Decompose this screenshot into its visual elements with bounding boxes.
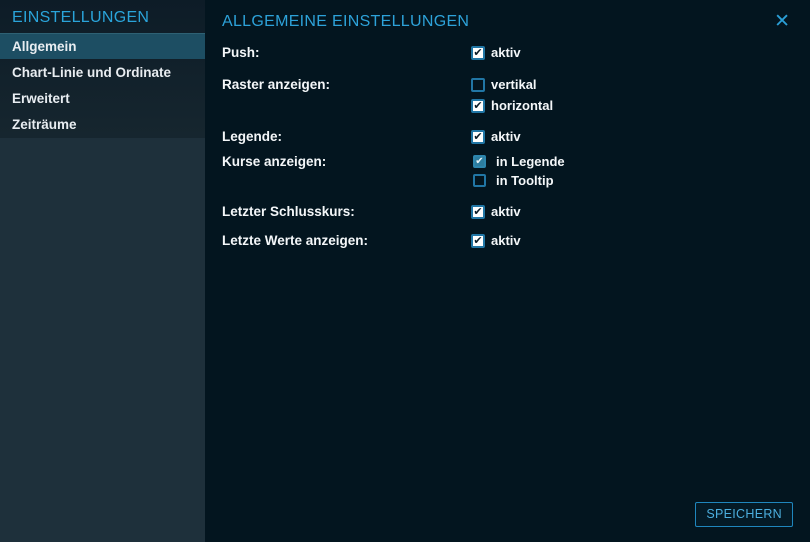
checkbox-option-aktiv[interactable]: ✔ aktiv [471, 204, 521, 219]
setting-label: Legende: [222, 128, 471, 150]
checkbox-label: in Tooltip [496, 173, 554, 188]
sidebar-nav: AllgemeinChart-Linie und OrdinateErweite… [0, 33, 205, 137]
sidebar-item-allgemein[interactable]: Allgemein [0, 33, 205, 59]
sidebar-menu: EINSTELLUNGEN AllgemeinChart-Linie und O… [0, 0, 205, 138]
checkbox-option-horizontal[interactable]: ✔ horizontal [471, 98, 553, 113]
setting-label: Raster anzeigen: [222, 76, 471, 119]
close-icon[interactable]: ✕ [774, 12, 790, 31]
checkbox-label: aktiv [491, 45, 521, 60]
checkbox-checked-icon[interactable]: ✔ [471, 99, 485, 113]
sidebar-title: EINSTELLUNGEN [0, 0, 205, 33]
setting-options: ✔ aktiv [471, 203, 521, 225]
sidebar-item-erweitert[interactable]: Erweitert [0, 85, 205, 111]
checkbox-checked-icon[interactable]: ✔ [471, 234, 485, 248]
checkbox-label: vertikal [491, 77, 537, 92]
checkbox-option-aktiv[interactable]: ✔ aktiv [471, 129, 521, 144]
checkbox-label: aktiv [491, 204, 521, 219]
settings-row: Kurse anzeigen: ✔ in Legende in Tooltip [222, 153, 793, 192]
checkbox-unchecked-icon[interactable] [473, 174, 486, 187]
checkbox-option-in-tooltip[interactable]: in Tooltip [471, 173, 565, 188]
setting-options: vertikal ✔ horizontal [471, 76, 553, 119]
checkbox-unchecked-icon[interactable] [471, 78, 485, 92]
setting-options: ✔ aktiv [471, 232, 521, 254]
setting-options: ✔ aktiv [471, 44, 521, 66]
checkbox-option-aktiv[interactable]: ✔ aktiv [471, 45, 521, 60]
checkbox-checked-icon[interactable]: ✔ [471, 46, 485, 60]
page-title: ALLGEMEINE EINSTELLUNGEN [222, 11, 793, 33]
settings-content: ALLGEMEINE EINSTELLUNGEN ✕ Push: ✔ aktiv… [205, 0, 810, 542]
checkbox-checked-icon[interactable]: ✔ [471, 130, 485, 144]
checkbox-checked-icon[interactable]: ✔ [471, 205, 485, 219]
settings-dialog: EINSTELLUNGEN AllgemeinChart-Linie und O… [0, 0, 810, 542]
settings-row: Letzte Werte anzeigen: ✔ aktiv [222, 232, 793, 254]
checkbox-label: in Legende [496, 154, 565, 169]
sidebar-item-zeitr-ume[interactable]: Zeiträume [0, 111, 205, 137]
setting-label: Letzte Werte anzeigen: [222, 232, 471, 254]
setting-options: ✔ in Legende in Tooltip [471, 153, 565, 192]
setting-options: ✔ aktiv [471, 128, 521, 150]
checkbox-checked-icon[interactable]: ✔ [473, 155, 486, 168]
checkbox-label: horizontal [491, 98, 553, 113]
save-button[interactable]: SPEICHERN [695, 502, 793, 527]
checkbox-option-vertikal[interactable]: vertikal [471, 77, 553, 92]
content-header: ALLGEMEINE EINSTELLUNGEN ✕ [222, 11, 793, 33]
settings-row: Push: ✔ aktiv [222, 44, 793, 66]
setting-label: Letzter Schlusskurs: [222, 203, 471, 225]
checkbox-label: aktiv [491, 233, 521, 248]
settings-sidebar: EINSTELLUNGEN AllgemeinChart-Linie und O… [0, 0, 205, 542]
checkbox-option-aktiv[interactable]: ✔ aktiv [471, 233, 521, 248]
settings-row: Letzter Schlusskurs: ✔ aktiv [222, 203, 793, 225]
checkbox-option-in-legende[interactable]: ✔ in Legende [471, 154, 565, 169]
setting-label: Push: [222, 44, 471, 66]
settings-row: Raster anzeigen: vertikal ✔ horizontal [222, 76, 793, 119]
setting-label: Kurse anzeigen: [222, 153, 471, 192]
sidebar-item-chart-linie-und-ordinate[interactable]: Chart-Linie und Ordinate [0, 59, 205, 85]
settings-row: Legende: ✔ aktiv [222, 128, 793, 150]
checkbox-label: aktiv [491, 129, 521, 144]
settings-rows: Push: ✔ aktiv Raster anzeigen: vertikal … [222, 44, 793, 254]
